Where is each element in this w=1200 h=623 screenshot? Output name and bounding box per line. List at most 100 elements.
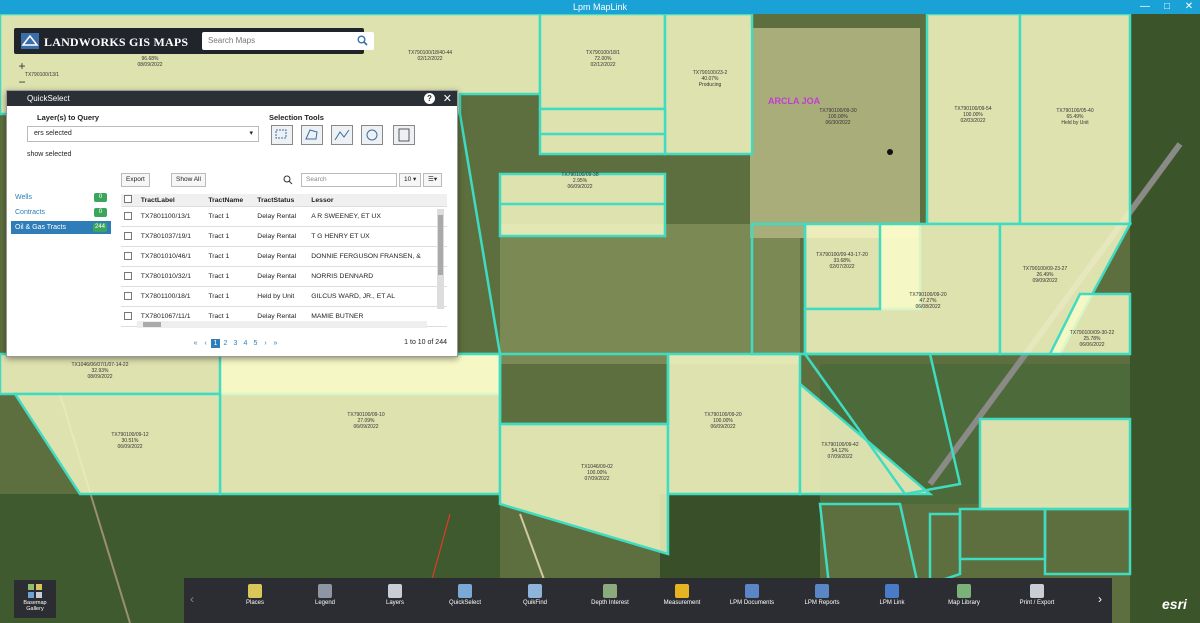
toolbar-measurement[interactable]: Measurement [647,584,717,607]
toolbar-quickselect[interactable]: QuickSelect [430,584,500,607]
selection-tools-label: Selection Tools [269,113,324,122]
vertical-scrollbar[interactable] [437,209,444,309]
panel-title: QuickSelect [27,94,70,103]
layers-select[interactable]: ers selected ▾ [27,126,259,142]
page-button[interactable]: 5 [251,339,260,348]
map-search-input[interactable]: Search Maps [202,32,374,50]
esri-attribution: esri [1162,596,1187,612]
table-row[interactable]: TX7801100/13/1 Tract 1 Delay Rental A R SWE… [121,206,447,227]
column-header[interactable]: TractName [205,194,255,207]
toolbar-places[interactable]: Places [220,584,290,607]
page-button[interactable]: 4 [241,339,250,348]
well-marker[interactable] [887,149,893,155]
landworks-logo-icon [21,33,39,49]
page-button[interactable]: 2 [221,339,230,348]
search-icon[interactable] [357,35,368,46]
columns-menu-icon[interactable]: ☰▾ [423,173,443,187]
maximize-button[interactable]: □ [1156,0,1178,14]
chevron-down-icon: ▾ [249,130,253,137]
select-polygon-tool-icon[interactable] [301,125,323,145]
page-button[interactable]: 3 [231,339,240,348]
table-row[interactable]: TX7801100/18/1 Tract 1 Held by Unit GILCUS … [121,286,447,307]
select-circle-tool-icon[interactable] [361,125,383,145]
pagination: «‹ 1 2 3 4 5 ›» [191,339,281,348]
measurement-icon [675,584,689,598]
reports-icon [815,584,829,598]
map-nav-controls: + − [14,58,30,90]
minimize-button[interactable]: — [1134,0,1156,14]
layer-item-oil-gas-tracts[interactable]: Oil & Gas Tracts 244 [11,221,111,234]
close-window-button[interactable]: ✕ [1178,0,1200,14]
next-page-button[interactable]: › [261,339,270,348]
clear-selection-tool-icon[interactable] [393,125,415,145]
toolbar-legend[interactable]: Legend [290,584,360,607]
column-header[interactable]: TractStatus [254,194,309,207]
app-header: LANDWORKS GIS MAPS Search Maps [14,28,374,54]
zoom-out-button[interactable]: − [14,74,30,90]
table-row[interactable]: TX7801010/46/1 Tract 1 Delay Rental DONNIE … [121,246,447,267]
page-size-select[interactable]: 10 ▾ [399,173,422,187]
select-all-checkbox[interactable] [121,194,138,207]
toolbar-depth-interest[interactable]: Depth Interest [575,584,645,607]
toolbar-layers[interactable]: Layers [360,584,430,607]
print-icon [1030,584,1044,598]
basemap-gallery-button[interactable]: Basemap Gallery [14,580,56,618]
legend-icon [318,584,332,598]
count-badge: 244 [92,223,107,232]
row-checkbox[interactable] [124,291,132,300]
window-title: Lpm MapLink [572,2,628,12]
select-line-tool-icon[interactable] [331,125,353,145]
table-row[interactable]: TX7801010/32/1 Tract 1 Delay Rental NORRIS … [121,266,447,287]
last-page-button[interactable]: » [271,339,280,348]
table-header-row: TractLabel TractName TractStatus Lessor [121,194,447,207]
toolbar-lpm-reports[interactable]: LPM Reports [787,584,857,607]
row-checkbox[interactable] [124,311,132,320]
row-checkbox[interactable] [124,211,132,220]
app-name: LANDWORKS GIS MAPS [44,35,189,49]
first-page-button[interactable]: « [191,339,200,348]
layers-select-value: ers selected [34,130,72,137]
count-badge: 0 [94,208,107,217]
scroll-right-icon[interactable]: › [1098,592,1102,606]
toolbar-lpm-documents[interactable]: LPM Documents [717,584,787,607]
row-checkbox[interactable] [124,251,132,260]
horizontal-scrollbar[interactable] [137,321,427,328]
map-search-placeholder: Search Maps [208,36,256,45]
help-icon[interactable]: ? [424,93,435,104]
row-checkbox[interactable] [124,231,132,240]
layer-item-wells[interactable]: Wells 0 [11,191,111,204]
field-patch [500,224,800,364]
overlay-label: ARCLA JOA [768,96,821,106]
basemap-label: Basemap Gallery [23,600,47,612]
link-icon [885,584,899,598]
map-library-icon [957,584,971,598]
results-table: TractLabel TractName TractStatus Lessor … [121,194,447,327]
toolbar-map-library[interactable]: Map Library [929,584,999,607]
show-selected-label[interactable]: show selected [27,151,71,158]
close-icon[interactable]: ✕ [443,92,452,105]
toolbar-print-export[interactable]: Print / Export [1002,584,1072,607]
column-header[interactable]: TractLabel [137,194,206,207]
zoom-in-button[interactable]: + [14,58,30,74]
parcel[interactable] [978,417,1132,511]
export-button[interactable]: Export [121,173,150,187]
parcel[interactable] [538,107,667,156]
table-row[interactable]: TX7801037/19/1 Tract 1 Delay Rental T G HEN… [121,226,447,247]
search-icon [283,175,293,185]
layer-item-contracts[interactable]: Contracts 0 [11,206,111,219]
page-button[interactable]: 1 [211,339,220,348]
scroll-left-icon[interactable]: ‹ [190,592,194,606]
quickselect-panel: QuickSelect ? ✕ Layer(s) to Query Select… [6,90,458,357]
layers-icon [388,584,402,598]
toolbar-quikfind[interactable]: QuikFind [500,584,570,607]
basemap-icon [28,584,42,598]
select-rectangle-tool-icon[interactable] [271,125,293,145]
grid-search-input[interactable]: Search [301,173,397,187]
prev-page-button[interactable]: ‹ [201,339,210,348]
documents-icon [745,584,759,598]
column-header[interactable]: Lessor [308,194,447,207]
toolbar-lpm-link[interactable]: LPM Link [857,584,927,607]
places-icon [248,584,262,598]
show-all-button[interactable]: Show All [171,173,206,187]
row-checkbox[interactable] [124,271,132,280]
